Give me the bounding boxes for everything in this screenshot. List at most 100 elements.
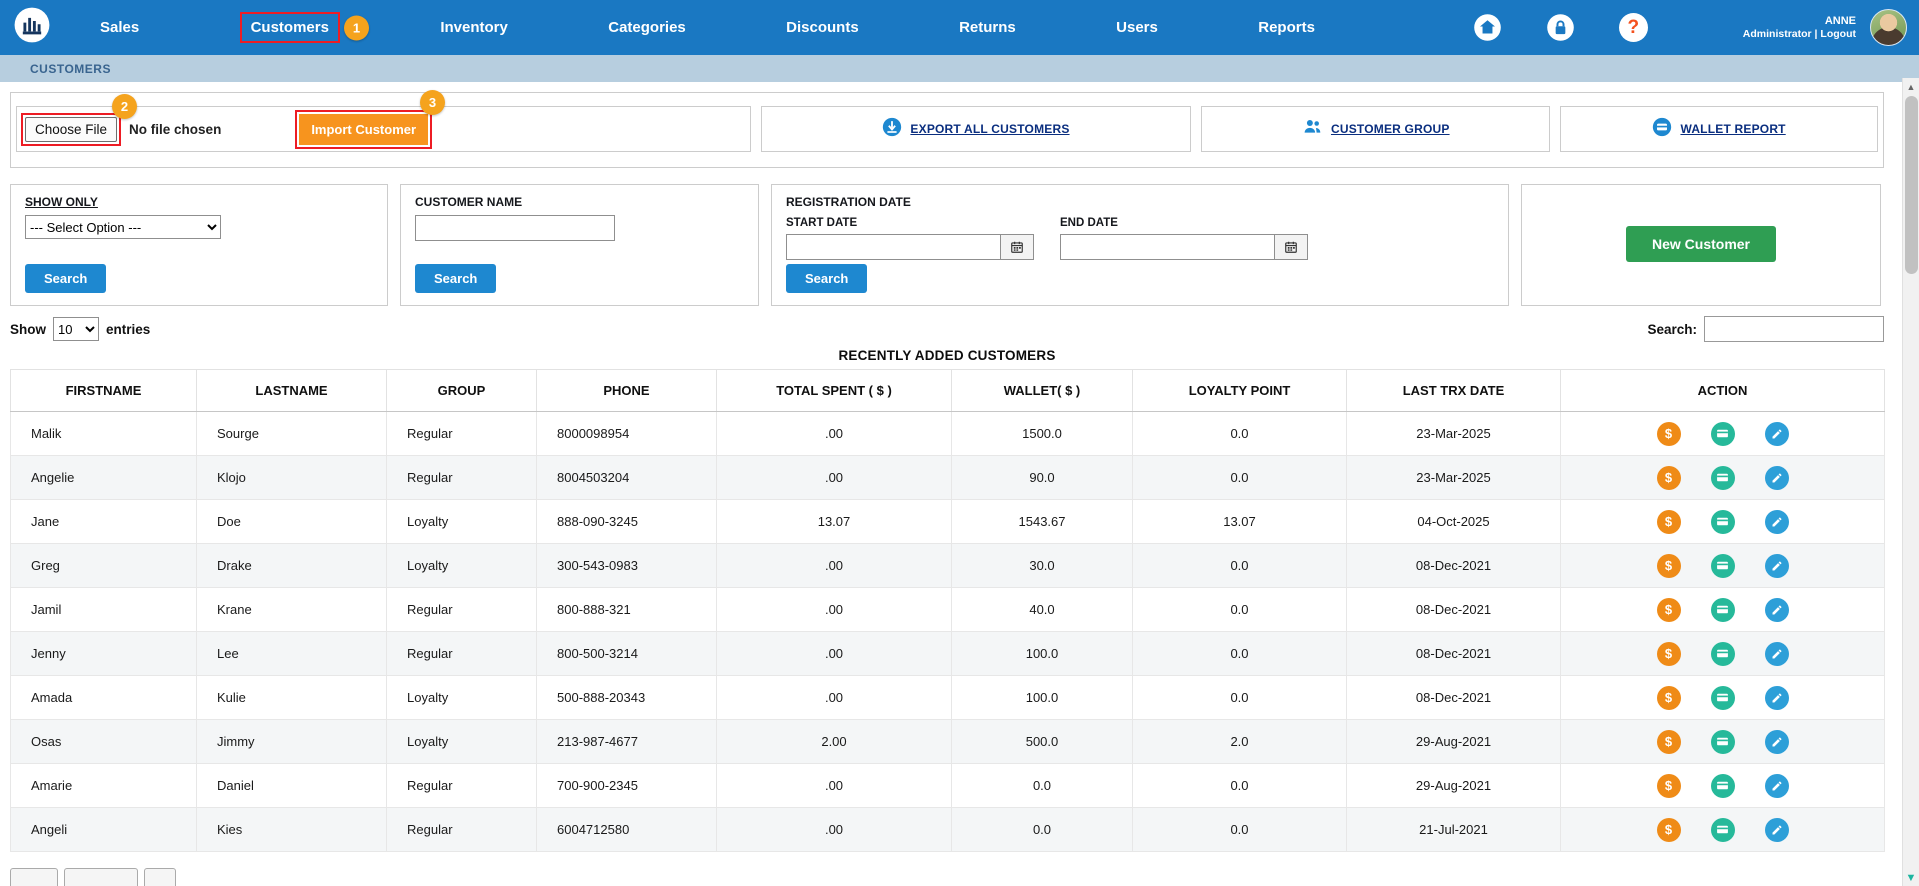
cell-firstname: Jenny — [10, 631, 197, 676]
edit-icon[interactable] — [1764, 597, 1789, 622]
history-icon[interactable]: $ — [1656, 465, 1681, 490]
scroll-up-icon[interactable]: ▲ — [1903, 78, 1919, 95]
edit-icon[interactable] — [1764, 641, 1789, 666]
edit-icon[interactable] — [1764, 685, 1789, 710]
table-search-input[interactable] — [1704, 316, 1884, 342]
registration-date-search-button[interactable]: Search — [786, 264, 868, 293]
wallet-card-icon[interactable] — [1710, 817, 1735, 842]
edit-icon[interactable] — [1764, 729, 1789, 754]
wallet-report-icon — [1652, 117, 1672, 142]
history-icon[interactable]: $ — [1656, 817, 1681, 842]
annotation-badge-1: 1 — [343, 15, 369, 40]
wallet-card-icon[interactable] — [1710, 509, 1735, 534]
customer-group-link[interactable]: CUSTOMER GROUP — [1201, 106, 1551, 152]
lock-icon[interactable] — [1546, 13, 1575, 42]
cell-action: $ — [1560, 763, 1885, 808]
nav-customers[interactable]: Customers — [239, 12, 340, 43]
end-date-input[interactable] — [1060, 234, 1275, 260]
cell-group: Loyalty — [386, 719, 537, 764]
help-icon[interactable]: ? — [1618, 13, 1648, 42]
nav-sales[interactable]: Sales — [100, 19, 139, 36]
pagination-button[interactable] — [64, 868, 138, 886]
nav-reports[interactable]: Reports — [1258, 19, 1315, 36]
wallet-card-icon[interactable] — [1710, 553, 1735, 578]
pagination-button[interactable] — [144, 868, 176, 886]
choose-file-button[interactable]: Choose File — [25, 116, 118, 142]
edit-icon[interactable] — [1764, 817, 1789, 842]
wallet-card-icon[interactable] — [1710, 465, 1735, 490]
end-date-calendar-icon[interactable] — [1275, 234, 1308, 260]
import-customer-button[interactable]: Import Customer — [299, 113, 429, 145]
cell-wallet: 500.0 — [951, 719, 1133, 764]
wallet-card-icon[interactable] — [1710, 685, 1735, 710]
page-size-select[interactable]: 10 — [53, 317, 99, 341]
cell-firstname: Amarie — [10, 763, 197, 808]
col-loyalty-point: LOYALTY POINT — [1132, 369, 1347, 412]
new-customer-button[interactable]: New Customer — [1625, 226, 1777, 262]
customer-name-label: CUSTOMER NAME — [415, 195, 523, 209]
cell-last-trx-date: 08-Dec-2021 — [1346, 587, 1561, 632]
scrollbar-thumb[interactable] — [1905, 96, 1918, 274]
table-row: Amarie Daniel Regular 700-900-2345 .00 0… — [10, 763, 1885, 808]
show-only-select[interactable]: --- Select Option --- — [25, 215, 221, 239]
history-icon[interactable]: $ — [1656, 641, 1681, 666]
main-nav: Sales Customers 1 Inventory Categories D… — [100, 12, 1315, 43]
wallet-report-link[interactable]: WALLET REPORT — [1560, 106, 1878, 152]
edit-icon[interactable] — [1764, 773, 1789, 798]
wallet-card-icon[interactable] — [1710, 773, 1735, 798]
edit-icon[interactable] — [1764, 509, 1789, 534]
export-all-customers-link[interactable]: EXPORT ALL CUSTOMERS — [760, 106, 1192, 152]
history-icon[interactable]: $ — [1656, 509, 1681, 534]
pagination-button[interactable] — [10, 868, 58, 886]
cell-last-trx-date: 23-Mar-2025 — [1346, 411, 1561, 456]
cell-phone: 888-090-3245 — [536, 499, 717, 544]
cell-phone: 500-888-20343 — [536, 675, 717, 720]
cell-total-spent: .00 — [716, 543, 952, 588]
home-icon[interactable] — [1473, 13, 1502, 42]
customer-name-search-button[interactable]: Search — [415, 264, 497, 293]
cell-total-spent: .00 — [716, 587, 952, 632]
nav-inventory[interactable]: Inventory — [440, 19, 508, 36]
edit-icon[interactable] — [1764, 465, 1789, 490]
app-logo[interactable] — [12, 6, 52, 49]
cell-loyalty-point: 0.0 — [1132, 807, 1347, 852]
nav-categories[interactable]: Categories — [608, 19, 686, 36]
cell-loyalty-point: 0.0 — [1132, 455, 1347, 500]
new-customer-card: New Customer — [1521, 184, 1881, 306]
nav-discounts[interactable]: Discounts — [786, 19, 859, 36]
wallet-card-icon[interactable] — [1710, 421, 1735, 446]
cell-last-trx-date: 08-Dec-2021 — [1346, 675, 1561, 720]
edit-icon[interactable] — [1764, 421, 1789, 446]
wallet-card-icon[interactable] — [1710, 597, 1735, 622]
edit-icon[interactable] — [1764, 553, 1789, 578]
registration-date-filter-card: REGISTRATION DATE START DATE END DATE Se… — [771, 184, 1509, 306]
history-icon[interactable]: $ — [1656, 597, 1681, 622]
cell-group: Regular — [386, 587, 537, 632]
nav-customers-annotated: Customers 1 — [239, 12, 369, 43]
page-title: CUSTOMERS — [30, 61, 111, 76]
nav-returns[interactable]: Returns — [959, 19, 1016, 36]
start-date-input[interactable] — [786, 234, 1001, 260]
vertical-scrollbar[interactable]: ▲ ▼ — [1902, 78, 1919, 886]
import-annotation: Import Customer 3 — [295, 89, 446, 149]
wallet-card-icon[interactable] — [1710, 729, 1735, 754]
logo-icon — [13, 6, 51, 49]
history-icon[interactable]: $ — [1656, 729, 1681, 754]
history-icon[interactable]: $ — [1656, 773, 1681, 798]
cell-action: $ — [1560, 411, 1885, 456]
entries-label: entries — [106, 321, 151, 337]
start-date-calendar-icon[interactable] — [1001, 234, 1034, 260]
nav-users[interactable]: Users — [1116, 19, 1158, 36]
history-icon[interactable]: $ — [1656, 685, 1681, 710]
cell-group: Loyalty — [386, 675, 537, 720]
customer-name-input[interactable] — [415, 215, 615, 241]
logout-link[interactable]: Logout — [1820, 28, 1856, 40]
cell-group: Loyalty — [386, 543, 537, 588]
scroll-down-icon[interactable]: ▼ — [1903, 869, 1919, 886]
history-icon[interactable]: $ — [1656, 421, 1681, 446]
history-icon[interactable]: $ — [1656, 553, 1681, 578]
show-only-search-button[interactable]: Search — [25, 264, 107, 293]
cell-action: $ — [1560, 543, 1885, 588]
wallet-card-icon[interactable] — [1710, 641, 1735, 666]
user-avatar[interactable] — [1870, 9, 1907, 46]
